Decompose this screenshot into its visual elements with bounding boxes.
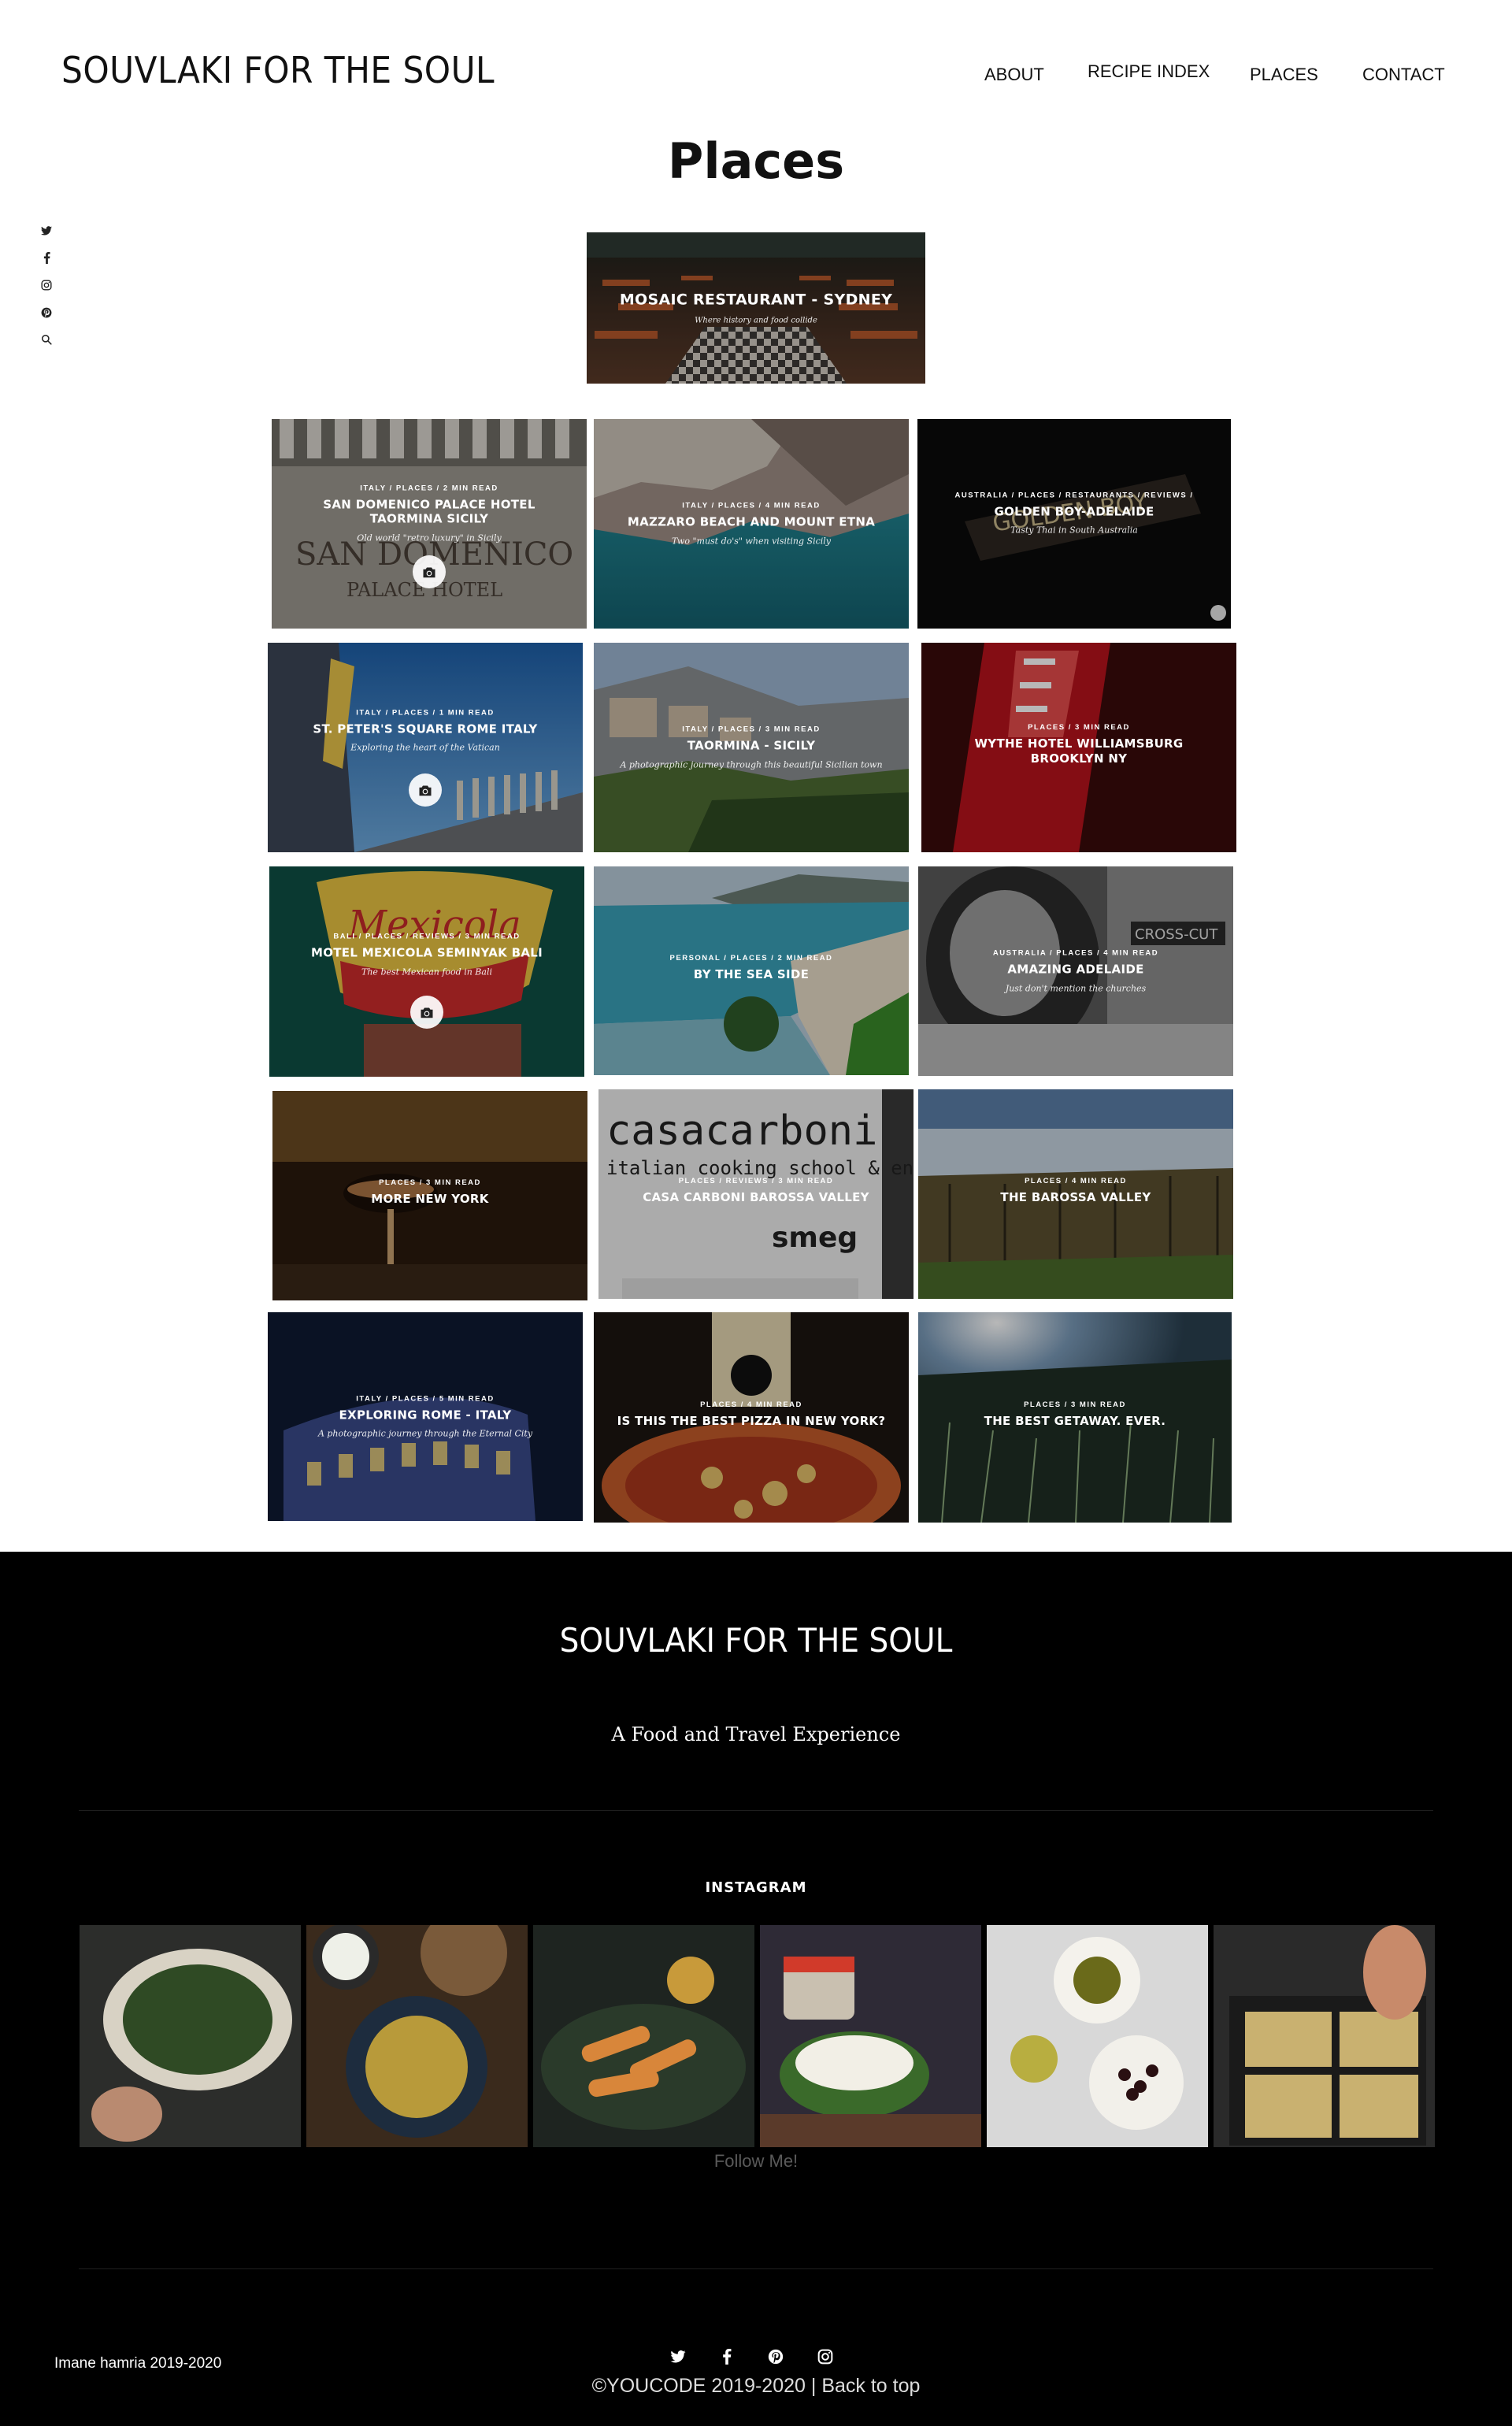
post-card-by-the-sea-side[interactable]: PERSONAL / PLACES / 2 MIN READ BY THE SE… bbox=[594, 866, 909, 1075]
post-card-motel-mexicola[interactable]: Mexicola BALI / PLACES / REVIEWS / 3 MIN… bbox=[269, 866, 584, 1077]
post-title: AMAZING ADELAIDE bbox=[1007, 962, 1144, 977]
post-card-best-pizza[interactable]: PLACES / 4 MIN READ IS THIS THE BEST PIZ… bbox=[594, 1312, 909, 1523]
post-title: THE BEST GETAWAY. EVER. bbox=[984, 1413, 1166, 1428]
copyright: ©YOUCODE 2019-2020 | Back to top bbox=[0, 2375, 1512, 2398]
post-card-st-peters[interactable]: ITALY / PLACES / 1 MIN READ ST. PETER'S … bbox=[268, 643, 583, 852]
camera-icon bbox=[409, 773, 442, 807]
site-title[interactable]: SOUVLAKI FOR THE SOUL bbox=[61, 49, 495, 91]
post-meta: PLACES / 3 MIN READ bbox=[379, 1178, 481, 1188]
nav-contact[interactable]: CONTACT bbox=[1362, 65, 1445, 85]
instagram-feed bbox=[80, 1925, 1435, 2147]
nav-about[interactable]: ABOUT bbox=[984, 65, 1044, 85]
author-credit: Imane hamria 2019-2020 bbox=[54, 2355, 222, 2372]
footer-tagline: A Food and Travel Experience bbox=[611, 1723, 901, 1745]
post-card-taormina[interactable]: ITALY / PLACES / 3 MIN READ TAORMINA - S… bbox=[594, 643, 909, 852]
instagram-photo[interactable] bbox=[987, 1925, 1208, 2147]
post-meta: ITALY / PLACES / 3 MIN READ bbox=[682, 725, 821, 734]
facebook-icon[interactable] bbox=[39, 251, 54, 265]
footer-divider bbox=[79, 1810, 1433, 1811]
post-card-mazzaro-beach[interactable]: ITALY / PLACES / 4 MIN READ MAZZARO BEAC… bbox=[594, 419, 909, 629]
post-subtitle: The best Mexican food in Bali bbox=[361, 966, 492, 977]
twitter-icon[interactable] bbox=[669, 2347, 687, 2366]
post-meta: ITALY / PLACES / 2 MIN READ bbox=[360, 483, 498, 492]
back-to-top-link[interactable]: Back to top bbox=[821, 2375, 920, 2397]
post-meta: PLACES / 3 MIN READ bbox=[1024, 1400, 1126, 1409]
post-card-san-domenico[interactable]: SAN DOMENICO PALACE HOTEL ITALY / PLACES… bbox=[272, 419, 587, 629]
page-title: Places bbox=[667, 132, 845, 190]
post-title: SAN DOMENICO PALACE HOTEL TAORMINA SICIL… bbox=[323, 496, 536, 526]
featured-post-subtitle: Where history and food collide bbox=[695, 316, 817, 325]
post-title: GOLDEN BOY-ADELAIDE bbox=[994, 504, 1154, 519]
post-subtitle: Exploring the heart of the Vatican bbox=[350, 743, 500, 754]
instagram-photo[interactable] bbox=[80, 1925, 301, 2147]
post-card-casa-carboni[interactable]: casacarboni italian cooking school & eno… bbox=[598, 1089, 914, 1299]
post-meta: ITALY / PLACES / 4 MIN READ bbox=[682, 501, 821, 510]
post-card-golden-boy[interactable]: GOLDEN BOY AUSTRALIA / PLACES / RESTAURA… bbox=[917, 419, 1231, 629]
post-title: CASA CARBONI BAROSSA VALLEY bbox=[643, 1190, 869, 1205]
pinterest-icon[interactable] bbox=[39, 306, 54, 320]
post-title: MORE NEW YORK bbox=[371, 1192, 489, 1207]
post-meta: BALI / PLACES / REVIEWS / 3 MIN READ bbox=[333, 932, 521, 941]
post-title: BY THE SEA SIDE bbox=[693, 966, 810, 981]
post-subtitle: Old world "retro luxury" in Sicily bbox=[357, 532, 502, 543]
copyright-text: ©YOUCODE 2019-2020 | bbox=[591, 2375, 817, 2397]
post-title: TAORMINA - SICILY bbox=[687, 738, 816, 753]
post-card-amazing-adelaide[interactable]: CROSS-CUT AUSTRALIA / PLACES / 4 MIN REA… bbox=[918, 866, 1233, 1076]
instagram-photo[interactable] bbox=[760, 1925, 981, 2147]
post-title: THE BAROSSA VALLEY bbox=[1000, 1190, 1151, 1205]
post-subtitle: A photographic journey through the Etern… bbox=[317, 1428, 533, 1439]
instagram-heading: INSTAGRAM bbox=[705, 1879, 807, 1896]
follow-me-link[interactable]: Follow Me! bbox=[0, 2151, 1512, 2172]
nav-places[interactable]: PLACES bbox=[1250, 65, 1318, 85]
side-social-bar bbox=[39, 224, 54, 360]
post-card-exploring-rome[interactable]: ITALY / PLACES / 5 MIN READ EXPLORING RO… bbox=[268, 1312, 583, 1521]
post-card-wythe-hotel[interactable]: PLACES / 3 MIN READ WYTHE HOTEL WILLIAMS… bbox=[921, 643, 1236, 852]
post-meta: PERSONAL / PLACES / 2 MIN READ bbox=[669, 953, 833, 963]
post-meta: PLACES / REVIEWS / 3 MIN READ bbox=[678, 1177, 834, 1186]
post-meta: PLACES / 3 MIN READ bbox=[1028, 722, 1130, 732]
instagram-photo[interactable] bbox=[533, 1925, 754, 2147]
featured-post-title: MOSAIC RESTAURANT - SYDNEY bbox=[619, 291, 893, 309]
footer-divider bbox=[79, 2268, 1433, 2269]
post-meta: AUSTRALIA / PLACES / RESTAURANTS / REVIE… bbox=[954, 491, 1194, 500]
post-meta: PLACES / 4 MIN READ bbox=[700, 1400, 802, 1409]
search-icon[interactable] bbox=[39, 332, 54, 347]
post-meta: ITALY / PLACES / 5 MIN READ bbox=[356, 1394, 495, 1404]
post-card-barossa-valley[interactable]: PLACES / 4 MIN READ THE BAROSSA VALLEY bbox=[918, 1089, 1233, 1299]
post-title: MOTEL MEXICOLA SEMINYAK BALI bbox=[311, 945, 543, 960]
pinterest-icon[interactable] bbox=[766, 2347, 785, 2366]
post-meta: AUSTRALIA / PLACES / 4 MIN READ bbox=[992, 948, 1159, 958]
instagram-photo[interactable] bbox=[1214, 1925, 1435, 2147]
post-title: IS THIS THE BEST PIZZA IN NEW YORK? bbox=[617, 1413, 886, 1428]
camera-icon bbox=[410, 996, 443, 1029]
post-title: EXPLORING ROME - ITALY bbox=[339, 1408, 512, 1423]
instagram-photo[interactable] bbox=[306, 1925, 528, 2147]
instagram-icon[interactable] bbox=[39, 278, 54, 292]
post-subtitle: Just don't mention the churches bbox=[1005, 983, 1147, 994]
post-subtitle: Tasty Thai in South Australia bbox=[1010, 525, 1138, 536]
post-card-best-getaway[interactable]: PLACES / 3 MIN READ THE BEST GETAWAY. EV… bbox=[918, 1312, 1232, 1523]
post-title: ST. PETER'S SQUARE ROME ITALY bbox=[313, 721, 538, 736]
facebook-icon[interactable] bbox=[717, 2347, 736, 2366]
instagram-icon[interactable] bbox=[816, 2347, 835, 2366]
post-meta: PLACES / 4 MIN READ bbox=[1025, 1177, 1127, 1186]
post-subtitle: Two "must do's" when visiting Sicily bbox=[671, 536, 832, 547]
post-meta: ITALY / PLACES / 1 MIN READ bbox=[356, 708, 495, 718]
nav-recipe-index[interactable]: RECIPE INDEX bbox=[1088, 61, 1210, 82]
post-title: WYTHE HOTEL WILLIAMSBURG BROOKLYN NY bbox=[974, 736, 1184, 766]
post-card-more-new-york[interactable]: PLACES / 3 MIN READ MORE NEW YORK bbox=[272, 1091, 587, 1300]
featured-post[interactable]: MOSAIC RESTAURANT - SYDNEY Where history… bbox=[587, 232, 925, 384]
post-title: MAZZARO BEACH AND MOUNT ETNA bbox=[627, 514, 876, 529]
twitter-icon[interactable] bbox=[39, 224, 54, 238]
footer-site-title[interactable]: SOUVLAKI FOR THE SOUL bbox=[53, 1621, 1459, 1660]
site-footer: SOUVLAKI FOR THE SOUL A Food and Travel … bbox=[0, 1552, 1512, 2426]
camera-icon bbox=[413, 555, 446, 588]
post-subtitle: A photographic journey through this beau… bbox=[620, 759, 883, 770]
